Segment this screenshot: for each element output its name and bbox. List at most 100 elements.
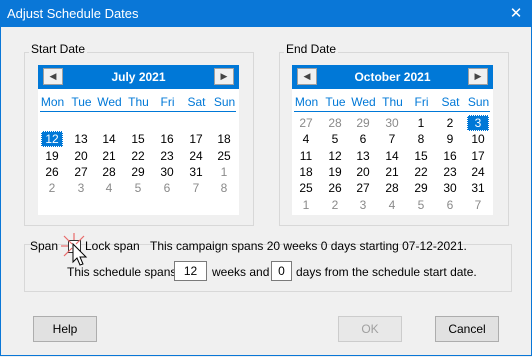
- schedule-span-prefix: This schedule spans: [67, 265, 177, 279]
- days-suffix-label: days from the schedule start date.: [296, 265, 477, 279]
- calendar-day[interactable]: 30: [381, 115, 403, 131]
- weeks-input[interactable]: 12: [174, 261, 207, 281]
- weekday-header: Wed: [351, 95, 376, 109]
- calendar-day[interactable]: 7: [381, 131, 403, 147]
- calendar-day[interactable]: 23: [156, 148, 178, 164]
- calendar-day[interactable]: 29: [410, 180, 432, 196]
- close-icon[interactable]: ✕: [500, 0, 532, 27]
- calendar-day[interactable]: 8: [410, 131, 432, 147]
- calendar-day[interactable]: 27: [352, 180, 374, 196]
- calendar-day[interactable]: 19: [41, 148, 63, 164]
- calendar-day[interactable]: 10: [467, 131, 489, 147]
- weekday-header: Fri: [160, 95, 175, 109]
- weekday-header: Mon: [40, 95, 65, 109]
- calendar-day[interactable]: 31: [467, 180, 489, 196]
- campaign-span-info: This campaign spans 20 weeks 0 days star…: [150, 239, 467, 253]
- calendar-day[interactable]: 24: [185, 148, 207, 164]
- calendar-day[interactable]: 31: [185, 164, 207, 180]
- calendar-header: ◀ October 2021 ▶: [292, 65, 493, 89]
- calendar-day[interactable]: 16: [156, 131, 178, 147]
- calendar-day[interactable]: 4: [295, 131, 317, 147]
- calendar-day[interactable]: 12: [41, 131, 63, 148]
- weekday-header: Tue: [71, 95, 92, 109]
- calendar-day[interactable]: 1: [213, 164, 235, 180]
- calendar-day[interactable]: 2: [324, 197, 346, 213]
- calendar-day[interactable]: 19: [324, 164, 346, 180]
- calendar-day[interactable]: 18: [213, 131, 235, 147]
- calendar-day[interactable]: 18: [295, 164, 317, 180]
- calendar-day[interactable]: 6: [439, 197, 461, 213]
- calendar-day[interactable]: 29: [127, 164, 149, 180]
- calendar-day[interactable]: 17: [467, 148, 489, 164]
- calendar-day[interactable]: 27: [70, 164, 92, 180]
- ok-button[interactable]: OK: [338, 316, 402, 342]
- calendar-day[interactable]: 3: [352, 197, 374, 213]
- next-month-button[interactable]: ▶: [214, 68, 234, 85]
- calendar-day[interactable]: 5: [324, 131, 346, 147]
- calendar-day[interactable]: 13: [70, 131, 92, 147]
- calendar-day[interactable]: 1: [410, 115, 432, 131]
- calendar-day[interactable]: 12: [324, 148, 346, 164]
- calendar-day[interactable]: 21: [98, 148, 120, 164]
- weekday-header: Mon: [294, 95, 319, 109]
- calendar-day[interactable]: 16: [439, 148, 461, 164]
- calendar-day[interactable]: 15: [410, 148, 432, 164]
- calendar-day[interactable]: 30: [156, 164, 178, 180]
- calendar-day[interactable]: 28: [381, 180, 403, 196]
- calendar-day[interactable]: 1: [295, 197, 317, 213]
- calendar-day[interactable]: 23: [439, 164, 461, 180]
- next-month-button[interactable]: ▶: [468, 68, 488, 85]
- mouse-cursor-icon: [61, 233, 88, 266]
- calendar-day[interactable]: 15: [127, 131, 149, 147]
- calendar-day[interactable]: 14: [381, 148, 403, 164]
- calendar-day[interactable]: 4: [98, 180, 120, 196]
- calendar-day[interactable]: 7: [467, 197, 489, 213]
- calendar-day[interactable]: 5: [127, 180, 149, 196]
- calendar-day[interactable]: 6: [352, 131, 374, 147]
- calendar-day[interactable]: 22: [410, 164, 432, 180]
- calendar-day[interactable]: 21: [381, 164, 403, 180]
- cancel-button[interactable]: Cancel: [435, 316, 499, 342]
- month-title[interactable]: July 2021: [38, 70, 239, 84]
- calendar-day[interactable]: 3: [467, 115, 489, 131]
- calendar-day[interactable]: 3: [70, 180, 92, 196]
- calendar-day[interactable]: 5: [410, 197, 432, 213]
- calendar-day[interactable]: 6: [156, 180, 178, 196]
- calendar-day[interactable]: 9: [439, 131, 461, 147]
- weekday-header: Sat: [187, 95, 206, 109]
- weekday-header: Sat: [441, 95, 460, 109]
- month-title[interactable]: October 2021: [292, 70, 493, 84]
- weekday-divider: [294, 111, 490, 112]
- calendar-day[interactable]: 25: [295, 180, 317, 196]
- calendar-day[interactable]: 13: [352, 148, 374, 164]
- calendar-day[interactable]: 25: [213, 148, 235, 164]
- days-input[interactable]: 0: [271, 261, 292, 281]
- calendar-day[interactable]: 24: [467, 164, 489, 180]
- span-label: Span: [30, 239, 59, 253]
- calendar-day[interactable]: 26: [41, 164, 63, 180]
- start-date-label: Start Date: [29, 42, 88, 56]
- calendar-day[interactable]: 20: [70, 148, 92, 164]
- window-title: Adjust Schedule Dates: [7, 6, 139, 21]
- calendar-day[interactable]: 2: [41, 180, 63, 196]
- calendar-day[interactable]: 30: [439, 180, 461, 196]
- calendar-day[interactable]: 7: [185, 180, 207, 196]
- calendar-day[interactable]: 14: [98, 131, 120, 147]
- calendar-day[interactable]: 2: [439, 115, 461, 131]
- calendar-day[interactable]: 22: [127, 148, 149, 164]
- calendar-day[interactable]: 11: [295, 148, 317, 164]
- calendar-day[interactable]: 4: [381, 197, 403, 213]
- calendar-day[interactable]: 17: [185, 131, 207, 147]
- calendar-day[interactable]: 29: [352, 115, 374, 131]
- calendar-day[interactable]: 20: [352, 164, 374, 180]
- start-date-calendar[interactable]: ◀ July 2021 ▶ Mon Tue Wed Thu Fri Sat Sun 12 13 1…: [38, 65, 239, 215]
- calendar-header: ◀ July 2021 ▶: [38, 65, 239, 89]
- calendar-day[interactable]: 8: [213, 180, 235, 196]
- help-button[interactable]: Help: [33, 316, 97, 342]
- calendar-day[interactable]: 27: [295, 115, 317, 131]
- end-date-calendar[interactable]: ◀ October 2021 ▶ Mon Tue Wed Thu Fri Sat Sun 27…: [292, 65, 493, 215]
- calendar-day[interactable]: 28: [98, 164, 120, 180]
- calendar-day[interactable]: 28: [324, 115, 346, 131]
- weekday-divider: [40, 111, 236, 112]
- calendar-day[interactable]: 26: [324, 180, 346, 196]
